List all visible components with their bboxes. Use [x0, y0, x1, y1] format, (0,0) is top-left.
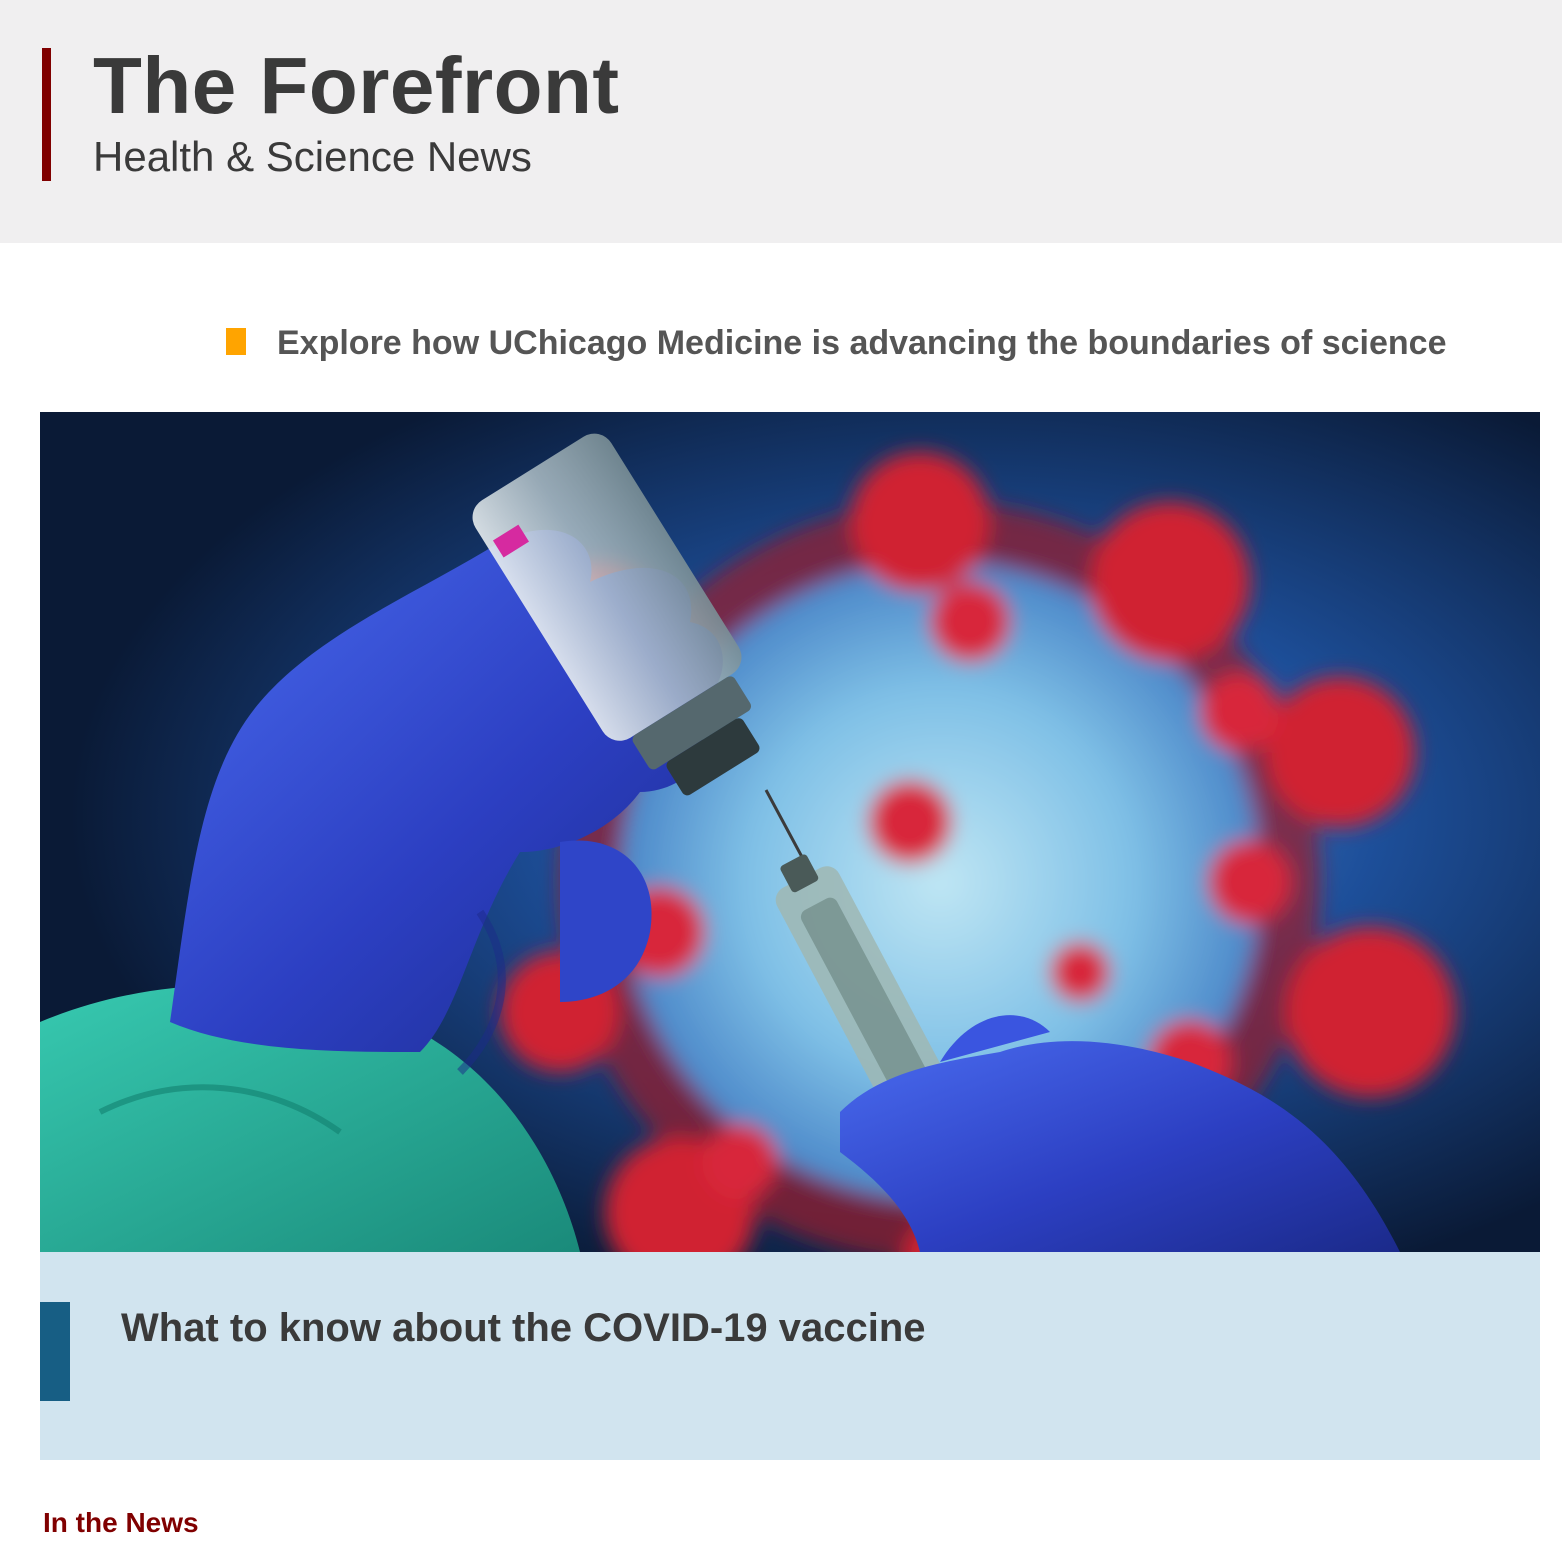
- feature-image[interactable]: [40, 412, 1540, 1252]
- feature-title[interactable]: What to know about the COVID-19 vaccine: [121, 1306, 926, 1351]
- feature-caption[interactable]: What to know about the COVID-19 vaccine: [40, 1252, 1540, 1460]
- site-title[interactable]: The Forefront: [93, 46, 619, 126]
- site-header: The Forefront Health & Science News: [0, 0, 1562, 243]
- vaccine-illustration: [40, 412, 1540, 1252]
- section-label-in-the-news[interactable]: In the News: [43, 1507, 199, 1539]
- tagline-text: Explore how UChicago Medicine is advanci…: [277, 324, 1447, 362]
- tagline-marker: [226, 328, 246, 355]
- tagline: Explore how UChicago Medicine is advanci…: [0, 322, 1562, 366]
- caption-accent-bar: [40, 1302, 70, 1401]
- header-accent-bar: [42, 48, 51, 181]
- site-subtitle: Health & Science News: [93, 133, 532, 180]
